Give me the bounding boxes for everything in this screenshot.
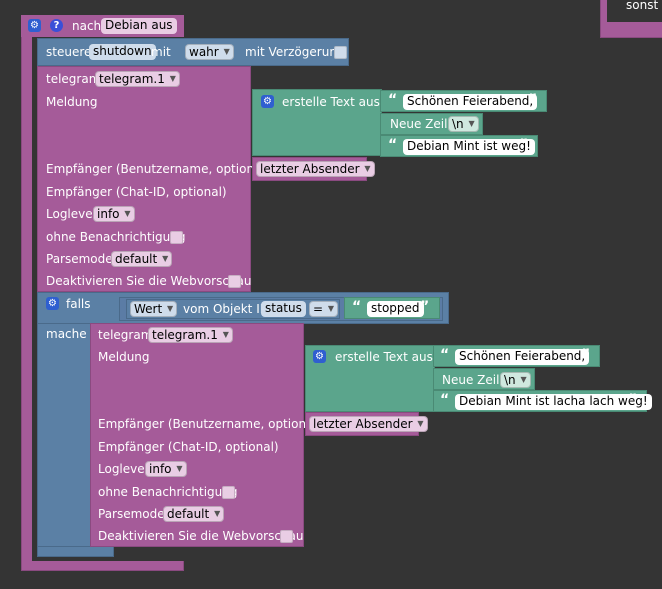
- control-label: steuere: [46, 45, 92, 59]
- telegram2-preview-checkbox[interactable]: [280, 530, 293, 543]
- telegram1-loglevel-label: Loglevel: [46, 207, 96, 221]
- quote-open-icon: “: [352, 299, 362, 315]
- quote-close-icon: ”: [519, 137, 529, 153]
- control-with-label: mit: [151, 45, 171, 59]
- else-label-2: sonst: [626, 0, 659, 12]
- telegram1-silent-checkbox[interactable]: [170, 231, 183, 244]
- text1-line1-field[interactable]: Schönen Feierabend,: [403, 94, 538, 110]
- telegram2-parsemode-dropdown[interactable]: default ▼: [163, 506, 225, 522]
- quote-open-icon: “: [388, 137, 398, 153]
- text1-newline-label: Neue Zeile: [390, 117, 455, 131]
- telegram2-message-label: Meldung: [98, 350, 150, 364]
- telegram2-silent-label: ohne Benachrichtigung: [98, 485, 238, 499]
- if-label: falls: [66, 297, 91, 311]
- quote-close-icon: ”: [581, 347, 591, 363]
- quote-close-icon: ”: [528, 92, 538, 108]
- text2-label: erstelle Text aus: [335, 350, 433, 364]
- help-icon[interactable]: ?: [50, 19, 63, 32]
- control-delay-label: mit Verzögerung: [245, 45, 345, 59]
- text2-line1-field[interactable]: Schönen Feierabend,: [455, 349, 590, 365]
- telegram1-parsemode-dropdown[interactable]: default ▼: [111, 251, 173, 267]
- telegram2-loglevel-label: Loglevel: [98, 462, 148, 476]
- text1-label: erstelle Text aus: [282, 95, 380, 109]
- timeout-name-field[interactable]: Debian aus: [101, 18, 177, 34]
- gear-icon[interactable]: ⚙: [46, 297, 59, 310]
- control-object-field[interactable]: shutdown: [89, 44, 156, 60]
- quote-close-icon: ”: [420, 299, 430, 315]
- text2-newline-label: Neue Zeile: [442, 373, 507, 387]
- control-delay-checkbox[interactable]: [334, 46, 347, 59]
- text2-newline-dropdown[interactable]: \n ▼: [500, 372, 531, 388]
- value-type-dropdown[interactable]: Wert ▼: [130, 301, 178, 317]
- if-block-footer: [37, 546, 114, 557]
- telegram1-instance-dropdown[interactable]: telegram.1 ▼: [95, 71, 180, 87]
- telegram1-recipient-chat-label: Empfänger (Chat-ID, optional): [46, 185, 227, 199]
- compare-text-field[interactable]: stopped: [367, 301, 424, 317]
- quote-open-icon: “: [440, 392, 450, 408]
- telegram1-label: telegram: [46, 72, 101, 86]
- object-id-label: vom Objekt ID: [183, 302, 269, 316]
- gear-icon[interactable]: ⚙: [261, 95, 274, 108]
- quote-close-icon: ”: [628, 392, 638, 408]
- control-value-dropdown[interactable]: wahr ▼: [185, 44, 234, 60]
- telegram2-label: telegram: [98, 328, 153, 342]
- text2-line3-field[interactable]: Debian Mint ist lacha lach weg!: [455, 394, 652, 410]
- telegram1-parsemode-label: Parsemode: [46, 252, 113, 266]
- timeout-label: nach: [72, 19, 102, 33]
- gear-icon[interactable]: ⚙: [28, 19, 41, 32]
- quote-open-icon: “: [440, 347, 450, 363]
- operator-dropdown[interactable]: = ▼: [309, 301, 339, 317]
- telegram2-recipient-user-label: Empfänger (Benutzername, optional): [98, 417, 322, 431]
- telegram1-recipient-user-dropdown[interactable]: letzter Absender ▼: [256, 161, 375, 177]
- telegram2-recipient-user-dropdown[interactable]: letzter Absender ▼: [309, 416, 428, 432]
- telegram2-loglevel-dropdown[interactable]: info ▼: [145, 461, 187, 477]
- quote-open-icon: “: [388, 92, 398, 108]
- telegram2-silent-checkbox[interactable]: [222, 486, 235, 499]
- telegram1-preview-label: Deaktivieren Sie die Webvorschau: [46, 274, 252, 288]
- text1-line3-field[interactable]: Debian Mint ist weg!: [403, 139, 535, 155]
- telegram1-recipient-user-label: Empfänger (Benutzername, optional): [46, 162, 270, 176]
- telegram1-preview-checkbox[interactable]: [228, 275, 241, 288]
- text1-newline-dropdown[interactable]: \n ▼: [448, 116, 479, 132]
- do-label: mache: [46, 327, 87, 341]
- telegram1-silent-label: ohne Benachrichtigung: [46, 230, 186, 244]
- telegram2-parsemode-label: Parsemode: [98, 507, 165, 521]
- telegram1-message-label: Meldung: [46, 95, 98, 109]
- object-id-field[interactable]: status: [261, 301, 306, 317]
- telegram2-instance-dropdown[interactable]: telegram.1 ▼: [148, 327, 233, 343]
- gear-icon[interactable]: ⚙: [313, 350, 326, 363]
- telegram1-loglevel-dropdown[interactable]: info ▼: [93, 206, 135, 222]
- telegram2-recipient-chat-label: Empfänger (Chat-ID, optional): [98, 440, 279, 454]
- telegram2-preview-label: Deaktivieren Sie die Webvorschau: [98, 529, 304, 543]
